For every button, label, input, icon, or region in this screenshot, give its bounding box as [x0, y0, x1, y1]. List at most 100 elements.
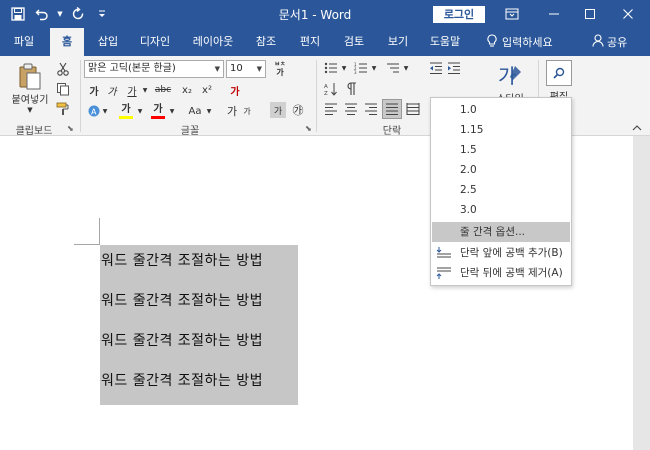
styles-icon[interactable]: 가 [492, 60, 528, 90]
text-effects-icon[interactable]: A [86, 102, 102, 120]
tab-file[interactable]: 파일 [6, 28, 42, 56]
tell-me-box[interactable]: 입력하세요 [486, 28, 553, 56]
font-color-dropdown-icon[interactable]: ▼ [168, 102, 176, 120]
tab-layout[interactable]: 레이아웃 [184, 28, 242, 56]
customize-qat-icon[interactable] [92, 4, 112, 24]
cut-icon[interactable] [54, 60, 72, 78]
highlight-dropdown-icon[interactable]: ▼ [136, 102, 144, 120]
tab-design[interactable]: 디자인 [132, 28, 178, 56]
window-title: 문서1 - Word [250, 6, 380, 23]
italic-button[interactable]: 가 [104, 81, 120, 99]
person-icon [592, 34, 604, 50]
font-group-label: 글꼴 [180, 126, 200, 137]
line-spacing-options-item[interactable]: 줄 간격 옵션... [432, 222, 570, 242]
align-center-icon[interactable] [342, 100, 360, 118]
strikethrough-button[interactable]: abc [152, 81, 174, 99]
undo-dropdown-icon[interactable]: ▼ [56, 10, 64, 18]
document-paragraph[interactable]: 워드 줄간격 조절하는 방법 [101, 370, 263, 390]
quick-access-toolbar: ▼ [8, 4, 112, 24]
line-spacing-option[interactable]: 3.0 [432, 200, 570, 220]
underline-dropdown-icon[interactable]: ▼ [141, 81, 149, 99]
change-case-dropdown-icon[interactable]: ▼ [205, 102, 213, 120]
sort-icon[interactable]: AZ [322, 80, 340, 98]
bullets-icon[interactable] [322, 59, 340, 77]
paste-dropdown-icon[interactable]: ▼ [24, 105, 36, 115]
character-shading-button[interactable]: 가 [270, 102, 286, 118]
increase-indent-icon[interactable] [446, 59, 462, 77]
tab-help[interactable]: 도움말 [422, 28, 468, 56]
multilevel-list-icon[interactable] [384, 59, 402, 77]
font-color-button[interactable]: 가 [148, 102, 168, 120]
ribbon-tabs: 파일 홈 삽입 디자인 레이아웃 참조 편지 검토 보기 도움말 입력하세요 공… [0, 28, 650, 56]
line-spacing-option[interactable]: 1.0 [432, 100, 570, 120]
space-after-icon [436, 266, 452, 280]
change-case-button[interactable]: Aa [184, 102, 206, 120]
font-name-dropdown-icon[interactable]: ▼ [215, 61, 220, 77]
copy-icon[interactable] [54, 80, 72, 98]
tab-home[interactable]: 홈 [50, 28, 84, 56]
grow-font-button[interactable]: 가 [224, 102, 240, 120]
font-size-dropdown-icon[interactable]: ▼ [257, 61, 262, 77]
bold-button[interactable]: 가 [86, 81, 102, 99]
ribbon-display-options-icon[interactable] [502, 4, 522, 24]
login-button[interactable]: 로그인 [433, 6, 485, 23]
line-spacing-option[interactable]: 2.5 [432, 180, 570, 200]
phonetic-guide-icon[interactable]: ㅂㅊ 가 [270, 59, 290, 79]
multilevel-dropdown-icon[interactable]: ▼ [402, 59, 410, 77]
share-button[interactable]: 공유 [592, 28, 627, 56]
find-icon[interactable] [546, 60, 572, 86]
numbering-dropdown-icon[interactable]: ▼ [370, 59, 378, 77]
distributed-icon[interactable] [404, 100, 422, 118]
tab-references[interactable]: 참조 [248, 28, 284, 56]
justify-icon[interactable] [382, 99, 402, 119]
svg-text:Z: Z [324, 91, 328, 96]
font-launcher-icon[interactable]: ⬊ [305, 124, 312, 133]
text-effects-dropdown-icon[interactable]: ▼ [101, 102, 109, 120]
clipboard-group-label: 클립보드 [15, 126, 53, 137]
highlight-button[interactable]: 가 [116, 102, 136, 120]
numbering-icon[interactable]: 123 [352, 59, 370, 77]
superscript-button[interactable]: x² [198, 81, 216, 99]
margin-crop-mark [74, 244, 100, 245]
font-size-combo[interactable]: 10 ▼ [226, 60, 266, 78]
paste-icon[interactable] [12, 60, 48, 94]
bullets-dropdown-icon[interactable]: ▼ [340, 59, 348, 77]
tab-insert[interactable]: 삽입 [90, 28, 126, 56]
collapse-ribbon-icon[interactable] [630, 122, 644, 134]
svg-text:A: A [91, 108, 97, 117]
undo-icon[interactable] [32, 4, 52, 24]
tab-review[interactable]: 검토 [336, 28, 372, 56]
decrease-indent-icon[interactable] [428, 59, 444, 77]
align-left-icon[interactable] [322, 100, 340, 118]
line-spacing-option[interactable]: 1.15 [432, 120, 570, 140]
add-space-before-item[interactable]: 단락 앞에 공백 추가(B) [432, 243, 570, 263]
shrink-font-button[interactable]: 가 [240, 102, 254, 120]
clear-formatting-button[interactable]: 가 [226, 81, 244, 99]
paste-label[interactable]: 붙여넣기 [6, 91, 54, 106]
font-name-value: 맑은 고딕(본문 한글) [88, 63, 176, 74]
line-spacing-option[interactable]: 2.0 [432, 160, 570, 180]
subscript-button[interactable]: x₂ [178, 81, 196, 99]
tab-view[interactable]: 보기 [380, 28, 416, 56]
line-spacing-option[interactable]: 1.5 [432, 140, 570, 160]
font-name-combo[interactable]: 맑은 고딕(본문 한글) ▼ [84, 60, 224, 78]
group-separator [80, 60, 81, 132]
tab-mailings[interactable]: 편지 [292, 28, 328, 56]
enclose-characters-button[interactable]: ㉮ [290, 102, 306, 118]
show-hide-marks-icon[interactable] [342, 80, 360, 98]
minimize-icon[interactable] [544, 4, 564, 24]
save-icon[interactable] [8, 4, 28, 24]
font-color-bar [151, 115, 165, 119]
document-paragraph[interactable]: 워드 줄간격 조절하는 방법 [101, 330, 263, 350]
align-right-icon[interactable] [362, 100, 380, 118]
document-paragraph[interactable]: 워드 줄간격 조절하는 방법 [101, 250, 263, 270]
clipboard-launcher-icon[interactable]: ⬊ [67, 124, 74, 133]
close-icon[interactable] [618, 4, 638, 24]
redo-icon[interactable] [68, 4, 88, 24]
format-painter-icon[interactable] [54, 100, 72, 118]
document-paragraph[interactable]: 워드 줄간격 조절하는 방법 [101, 290, 263, 310]
maximize-icon[interactable] [580, 4, 600, 24]
underline-button[interactable]: 가 [122, 81, 142, 99]
vertical-scrollbar[interactable] [633, 136, 650, 450]
remove-space-after-item[interactable]: 단락 뒤에 공백 제거(A) [432, 263, 570, 283]
